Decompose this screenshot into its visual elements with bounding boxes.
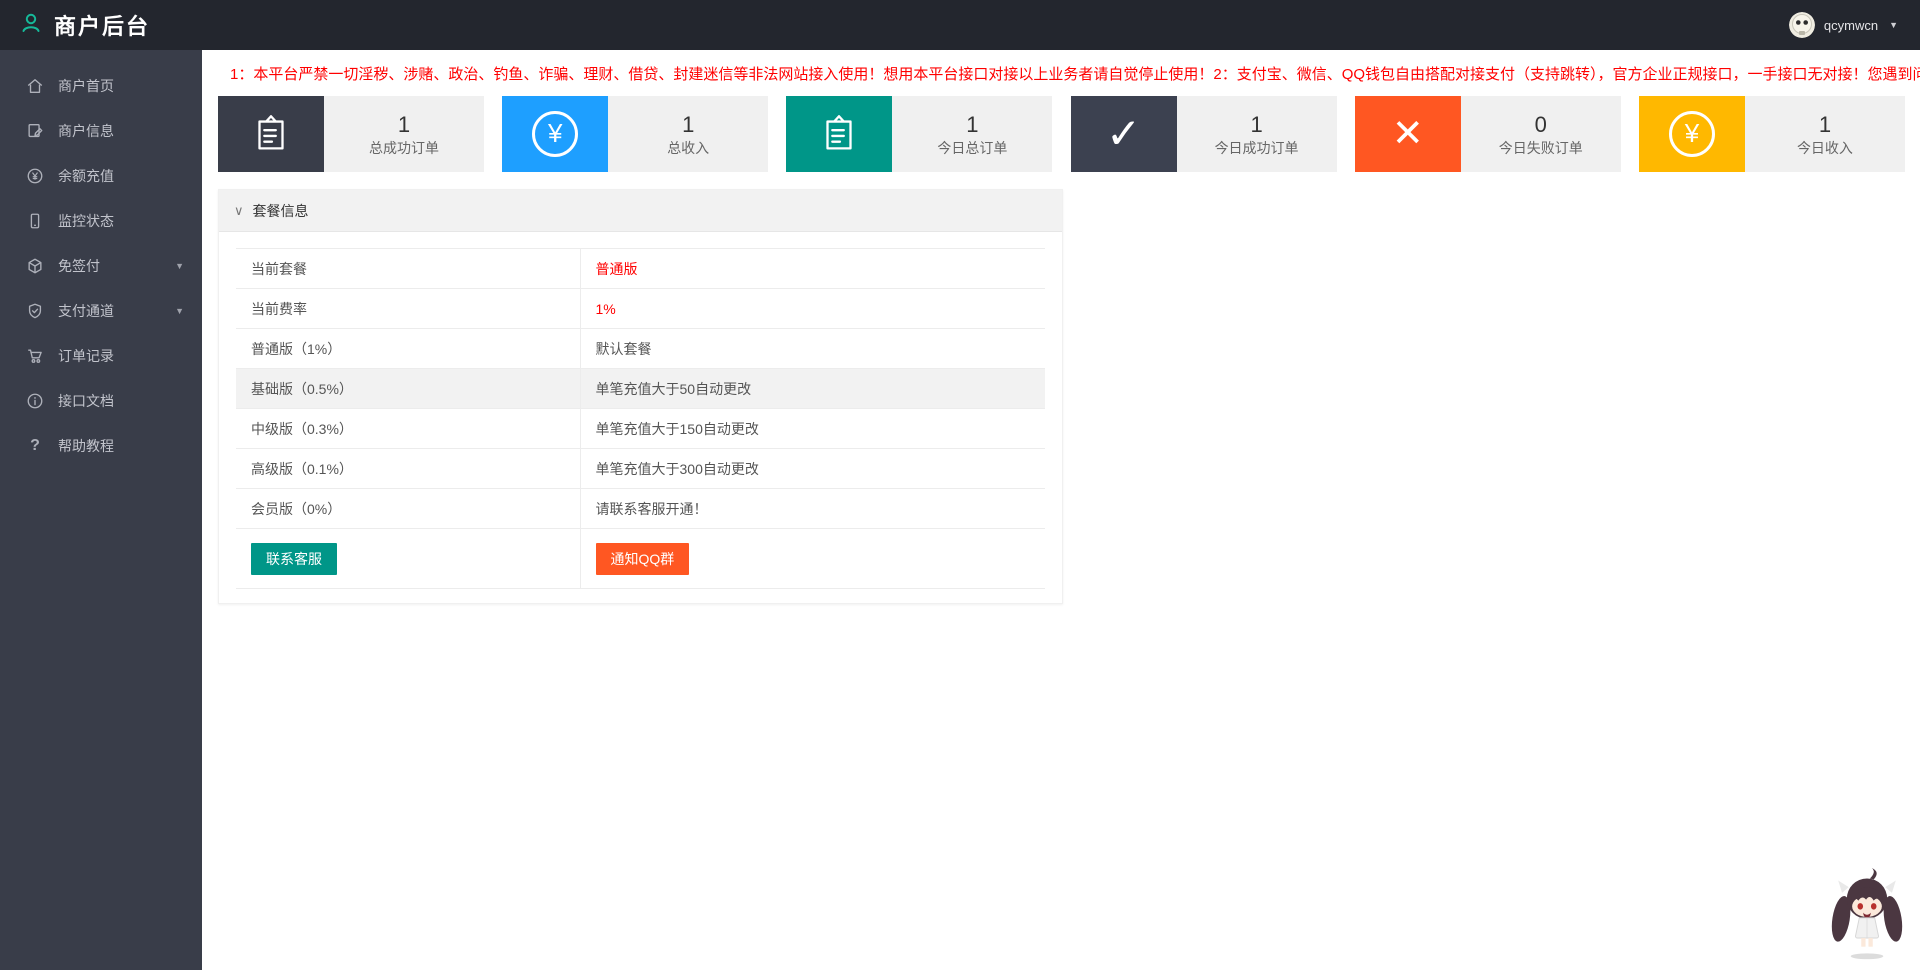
chevron-down-icon: ∨ [234,202,244,218]
stat-label: 总收入 [667,139,710,156]
stat-value: 1 [966,111,979,137]
table-row-buttons: 联系客服 通知QQ群 [236,528,1045,589]
shield-check-icon [25,301,45,321]
stat-value: 1 [1818,111,1832,137]
package-table: 当前套餐 普通版 当前费率 1% 普通版（1%） 默认套餐 基础版（0.5%） … [236,248,1045,589]
stat-card-total-success-orders: 1 总成功订单 [218,96,484,172]
chevron-down-icon: ▼ [175,305,184,316]
sidebar-item-merchant-home[interactable]: 商户首页 [0,63,202,108]
user-avatar [1788,12,1815,38]
chevron-down-icon: ▼ [175,260,184,271]
sidebar-item-help-tutorial[interactable]: ? 帮助教程 [0,423,202,468]
caret-down-icon: ▼ [1889,20,1898,30]
clipboard-icon [786,96,893,172]
table-row: 当前费率 1% [236,288,1045,329]
stat-card-today-total-orders: 1 今日总订单 [786,96,1053,172]
sidebar-item-label: 接口文档 [58,392,114,409]
sidebar-item-api-docs[interactable]: 接口文档 [0,378,202,423]
sidebar-item-order-records[interactable]: 订单记录 [0,333,202,378]
sidebar-nav: 商户首页 商户信息 余额充值 监控状态 免签付 ▼ 支付通道 ▼ 订单记录 接口… [0,50,202,970]
merchant-person-icon [18,10,44,41]
sidebar-item-label: 监控状态 [58,212,114,229]
yen-circle-icon [25,166,45,186]
table-row: 会员版（0%） 请联系客服开通！ [236,488,1045,529]
sidebar-item-merchant-info[interactable]: 商户信息 [0,108,202,153]
sidebar-item-label: 商户信息 [58,122,114,139]
panel-title: 套餐信息 [252,202,309,219]
table-row: 普通版（1%） 默认套餐 [236,328,1045,369]
row-name: 基础版（0.5%） [236,368,581,409]
cube-icon [25,256,45,276]
sidebar-item-label: 商户首页 [58,77,114,94]
home-icon [25,76,45,96]
stats-row: 1 总成功订单 ¥ 1 总收入 1 今日总订单 ✓ 1 今日成功订单 ✕ 0 今… [202,96,1920,172]
row-value: 单笔充值大于300自动更改 [580,448,1045,489]
row-name: 中级版（0.3%） [236,408,581,449]
close-icon: ✕ [1354,96,1461,172]
cart-icon [25,346,45,366]
row-name: 会员版（0%） [236,488,581,529]
mascot-chibi-character [1819,867,1915,968]
stat-value: 1 [682,111,695,137]
notify-qq-group-button[interactable]: 通知QQ群 [595,542,690,575]
row-value: 默认套餐 [580,328,1045,369]
check-icon: ✓ [1070,96,1177,172]
top-header: 商户后台 qcymwcn ▼ [0,0,1920,50]
row-name: 高级版（0.1%） [236,448,581,489]
stat-label: 今日总订单 [937,139,1008,156]
sidebar-item-balance-recharge[interactable]: 余额充值 [0,153,202,198]
table-row: 当前套餐 普通版 [236,248,1045,289]
row-value: 单笔充值大于50自动更改 [580,368,1045,409]
contact-support-button[interactable]: 联系客服 [251,542,337,575]
user-menu[interactable]: qcymwcn ▼ [1788,12,1920,38]
stat-card-today-success-orders: ✓ 1 今日成功订单 [1070,96,1337,172]
table-row: 基础版（0.5%） 单笔充值大于50自动更改 [236,368,1045,409]
merchant-info-icon [25,121,45,141]
sidebar-item-label: 免签付 [58,257,100,274]
app-logo[interactable]: 商户后台 [0,9,150,41]
username: qcymwcn [1823,17,1879,33]
row-value: 请联系客服开通！ [580,488,1045,529]
stat-value: 1 [1250,111,1263,137]
notice-bar: 1：本平台严禁一切淫秽、涉赌、政治、钓鱼、诈骗、理财、借贷、封建迷信等非法网站接… [202,50,1920,96]
stat-value: 1 [397,111,411,137]
stat-card-total-income: ¥ 1 总收入 [502,96,769,172]
sidebar-item-label: 帮助教程 [58,437,114,454]
yen-icon: ¥ [1638,96,1745,172]
stat-label: 今日收入 [1796,139,1853,156]
stat-value: 0 [1534,111,1547,137]
info-circle-icon [25,391,45,411]
row-name: 当前套餐 [236,248,581,289]
table-row: 中级版（0.3%） 单笔充值大于150自动更改 [236,408,1045,449]
row-name: 当前费率 [236,288,581,329]
package-info-panel-header[interactable]: ∨ 套餐信息 [219,190,1062,232]
table-row: 高级版（0.1%） 单笔充值大于300自动更改 [236,448,1045,489]
row-value: 普通版 [580,248,1045,289]
row-value: 1% [580,288,1045,329]
sidebar-item-no-sign-pay[interactable]: 免签付 ▼ [0,243,202,288]
package-info-panel: ∨ 套餐信息 当前套餐 普通版 当前费率 1% 普通版（1%） 默认套餐 基础版… [218,189,1063,604]
stat-label: 总成功订单 [369,139,439,156]
yen-icon: ¥ [502,96,609,172]
sidebar-item-label: 余额充值 [58,167,114,184]
sidebar-item-label: 订单记录 [58,347,114,364]
phone-icon [25,211,45,231]
sidebar-item-monitor-status[interactable]: 监控状态 [0,198,202,243]
row-name: 普通版（1%） [236,328,581,369]
question-icon: ? [30,436,40,454]
page-title: 商户后台 [54,14,151,39]
stat-card-today-failed-orders: ✕ 0 今日失败订单 [1354,96,1621,172]
sidebar-item-label: 支付通道 [58,302,114,319]
stat-card-today-income: ¥ 1 今日收入 [1638,96,1905,172]
main-content: 1：本平台严禁一切淫秽、涉赌、政治、钓鱼、诈骗、理财、借贷、封建迷信等非法网站接… [202,0,1920,604]
stat-label: 今日成功订单 [1214,139,1299,156]
row-value: 单笔充值大于150自动更改 [580,408,1045,449]
clipboard-icon [218,96,324,172]
sidebar-item-payment-channel[interactable]: 支付通道 ▼ [0,288,202,333]
notice-text: 1：本平台严禁一切淫秽、涉赌、政治、钓鱼、诈骗、理财、借贷、封建迷信等非法网站接… [230,65,1920,83]
stat-label: 今日失败订单 [1498,139,1583,156]
